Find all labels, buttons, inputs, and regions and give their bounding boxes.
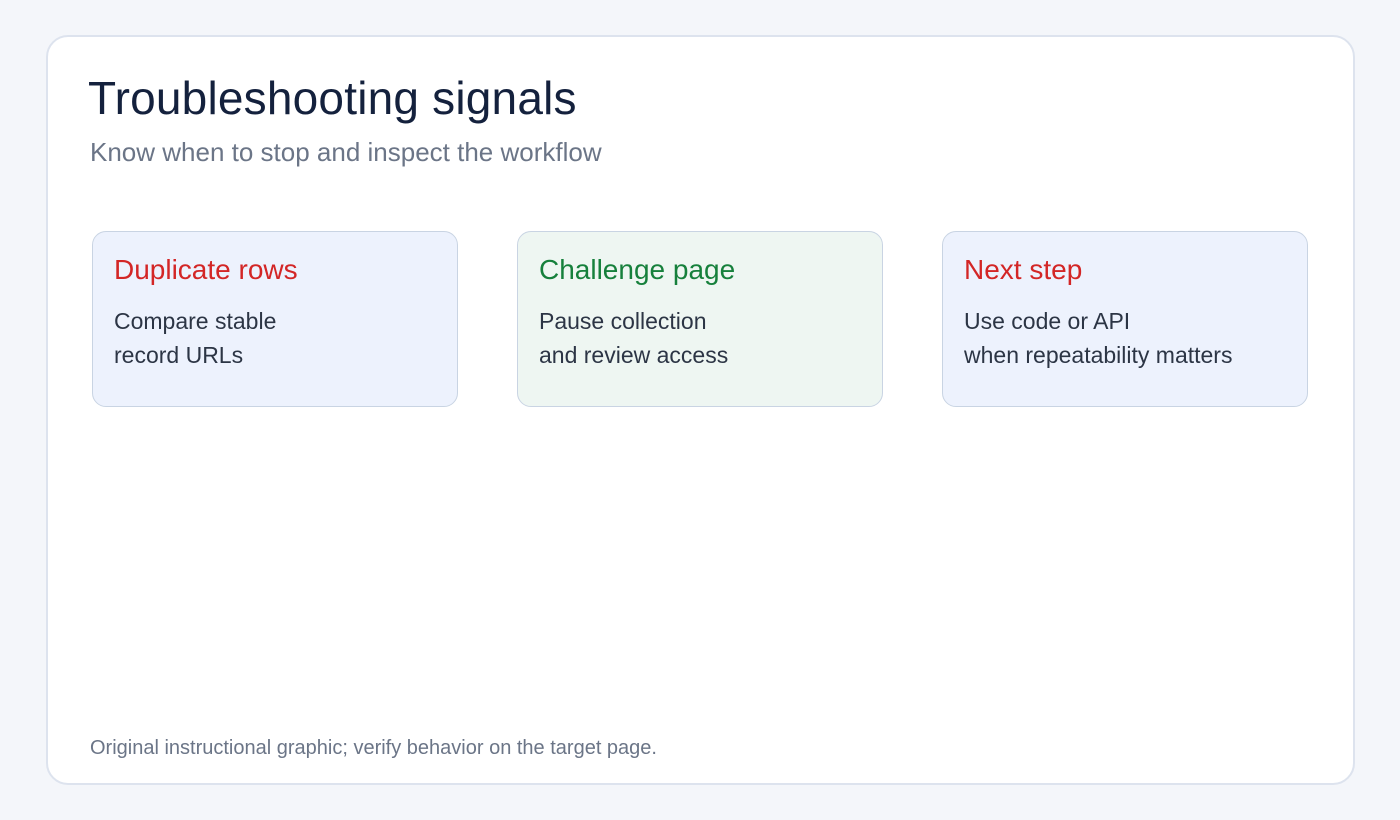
page-subtitle: Know when to stop and inspect the workfl… <box>90 137 602 167</box>
card-body-line: Compare stable <box>114 308 277 334</box>
card-body-line: Use code or API <box>964 308 1131 334</box>
card-title: Challenge page <box>539 254 736 285</box>
card-body: Pause collection and review access <box>539 304 861 372</box>
card-body-line: Pause collection <box>539 308 707 334</box>
card-challenge-page: Challenge page Pause collection and revi… <box>517 231 883 407</box>
card-body: Use code or API when repeatability matte… <box>964 304 1286 372</box>
card-title: Duplicate rows <box>114 254 298 285</box>
graphic-panel: Troubleshooting signals Know when to sto… <box>46 35 1355 785</box>
footnote: Original instructional graphic; verify b… <box>90 737 657 759</box>
card-body-line: and review access <box>539 342 729 368</box>
card-next-step: Next step Use code or API when repeatabi… <box>942 231 1308 407</box>
card-body-line: when repeatability matters <box>964 342 1233 368</box>
card-body-line: record URLs <box>114 342 244 368</box>
page-title: Troubleshooting signals <box>88 72 577 124</box>
card-body: Compare stable record URLs <box>114 304 436 372</box>
card-duplicate-rows: Duplicate rows Compare stable record URL… <box>92 231 458 407</box>
card-title: Next step <box>964 254 1083 285</box>
